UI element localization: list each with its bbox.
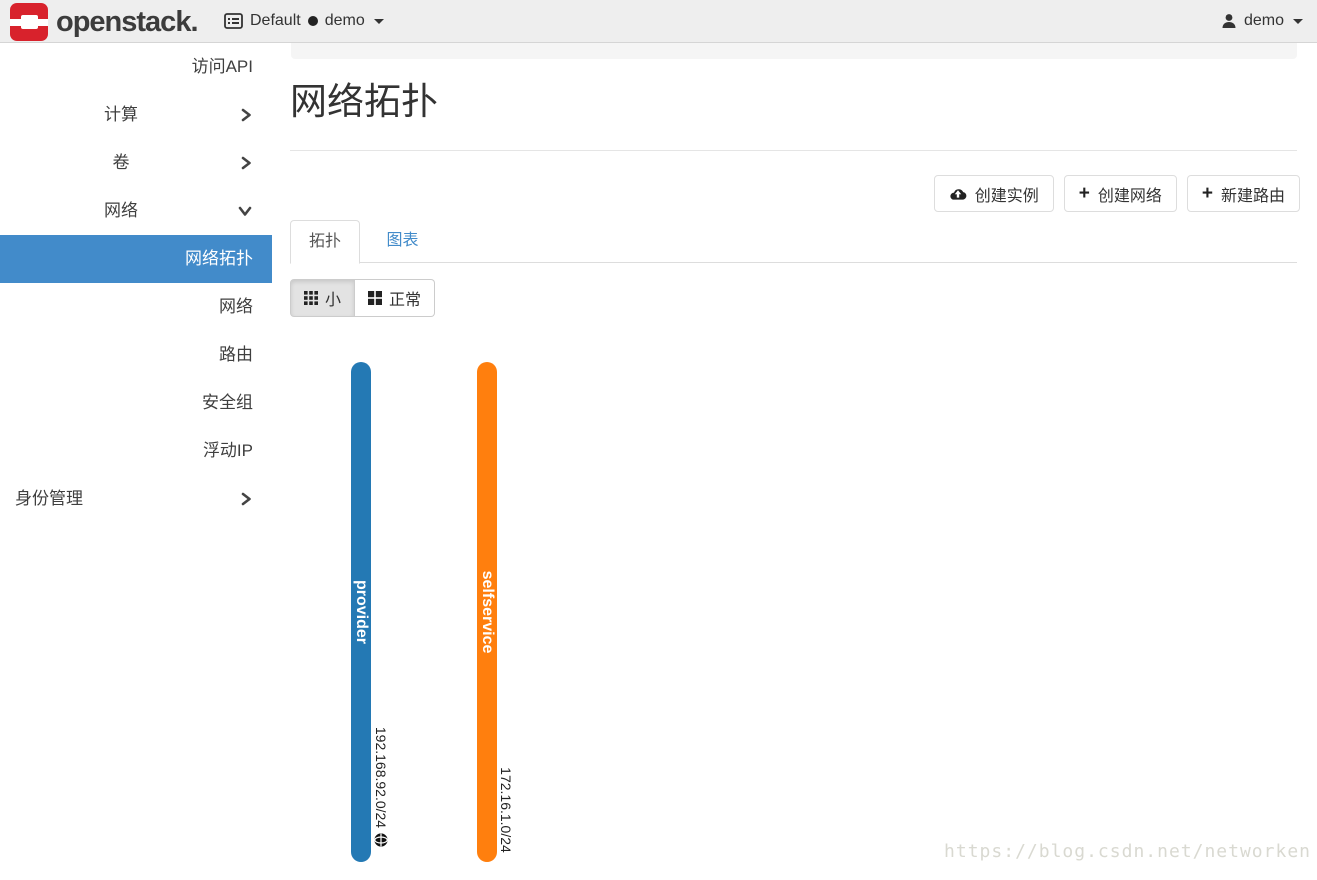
sidebar-item-label: 计算 xyxy=(104,105,138,124)
brand-wordmark: openstack. xyxy=(56,4,198,40)
list-alt-icon xyxy=(224,13,243,29)
sidebar-item-network-topology[interactable]: 网络拓扑 xyxy=(0,235,272,283)
button-label: 创建实例 xyxy=(975,182,1039,206)
sidebar-item-security-groups[interactable]: 安全组 xyxy=(0,379,272,427)
title-divider xyxy=(290,150,1297,151)
user-icon xyxy=(1221,13,1237,29)
dot-separator-icon xyxy=(308,16,318,26)
openstack-brand[interactable]: openstack. xyxy=(10,3,198,41)
tab-topology[interactable]: 拓扑 xyxy=(290,220,360,264)
toggle-label: 正常 xyxy=(389,286,421,310)
sidebar: 访问API 计算 卷 网络 网络拓扑 网络 路由 安全组 浮动IP 身份管理 xyxy=(0,43,272,523)
grid-small-icon xyxy=(304,291,318,305)
network-subnet-provider: 192.168.92.0/24 xyxy=(371,717,391,857)
sidebar-group-network[interactable]: 网络 xyxy=(0,187,272,235)
sidebar-item-label: 网络拓扑 xyxy=(185,249,253,268)
watermark-text: https://blog.csdn.net/networken xyxy=(944,841,1311,862)
button-label: 新建路由 xyxy=(1221,182,1285,206)
launch-instance-button[interactable]: 创建实例 xyxy=(934,175,1054,212)
toggle-label: 小 xyxy=(325,286,341,310)
tab-graph[interactable]: 图表 xyxy=(368,220,436,264)
top-bar: openstack. Default demo demo xyxy=(0,0,1317,43)
network-name-selfservice: selfservice xyxy=(477,542,497,682)
size-normal-button[interactable]: 正常 xyxy=(355,279,435,317)
create-network-button[interactable]: + 创建网络 xyxy=(1064,175,1177,212)
openstack-logo-icon xyxy=(10,3,48,41)
sidebar-item-label: 身份管理 xyxy=(15,489,83,508)
sidebar-item-api-access[interactable]: 访问API xyxy=(0,43,272,91)
subnet-cidr: 172.16.1.0/24 xyxy=(498,767,514,853)
action-buttons: 创建实例 + 创建网络 + 新建路由 xyxy=(934,175,1300,212)
project-switcher[interactable]: Default demo xyxy=(218,0,390,42)
sidebar-item-label: 网络 xyxy=(104,201,138,220)
network-name-provider: provider xyxy=(351,542,371,682)
chevron-right-icon xyxy=(241,492,252,506)
user-menu[interactable]: demo xyxy=(1221,0,1303,42)
domain-label: Default xyxy=(250,12,301,30)
project-label: demo xyxy=(325,12,365,30)
topology-tabs: 拓扑 图表 xyxy=(290,219,1297,263)
subnet-cidr: 192.168.92.0/24 xyxy=(373,727,389,828)
grid-normal-icon xyxy=(368,291,382,305)
page-title: 网络拓扑 xyxy=(290,78,438,126)
sidebar-item-label: 路由 xyxy=(219,345,253,364)
sidebar-item-label: 网络 xyxy=(219,297,253,316)
sidebar-item-label: 访问API xyxy=(192,57,253,76)
chevron-right-icon xyxy=(241,156,252,170)
caret-down-icon xyxy=(374,19,384,24)
size-small-button[interactable]: 小 xyxy=(290,279,355,317)
external-network-globe-icon xyxy=(374,833,388,847)
caret-down-icon xyxy=(1293,19,1303,24)
chevron-down-icon xyxy=(238,206,252,217)
sidebar-item-identity[interactable]: 身份管理 xyxy=(0,475,272,523)
sidebar-item-label: 卷 xyxy=(113,153,130,172)
create-router-button[interactable]: + 新建路由 xyxy=(1187,175,1300,212)
sidebar-item-label: 浮动IP xyxy=(203,441,253,460)
sidebar-group-compute[interactable]: 计算 xyxy=(0,91,272,139)
cloud-upload-icon xyxy=(949,187,967,201)
plus-icon: + xyxy=(1202,184,1213,203)
sidebar-item-networks[interactable]: 网络 xyxy=(0,283,272,331)
user-label: demo xyxy=(1244,12,1284,30)
size-toggle-group: 小 正常 xyxy=(290,279,435,317)
plus-icon: + xyxy=(1079,184,1090,203)
sidebar-item-floating-ips[interactable]: 浮动IP xyxy=(0,427,272,475)
sidebar-item-routers[interactable]: 路由 xyxy=(0,331,272,379)
button-label: 创建网络 xyxy=(1098,182,1162,206)
network-subnet-selfservice: 172.16.1.0/24 xyxy=(496,740,516,880)
sidebar-group-volumes[interactable]: 卷 xyxy=(0,139,272,187)
chevron-right-icon xyxy=(241,108,252,122)
sidebar-item-label: 安全组 xyxy=(202,393,253,412)
